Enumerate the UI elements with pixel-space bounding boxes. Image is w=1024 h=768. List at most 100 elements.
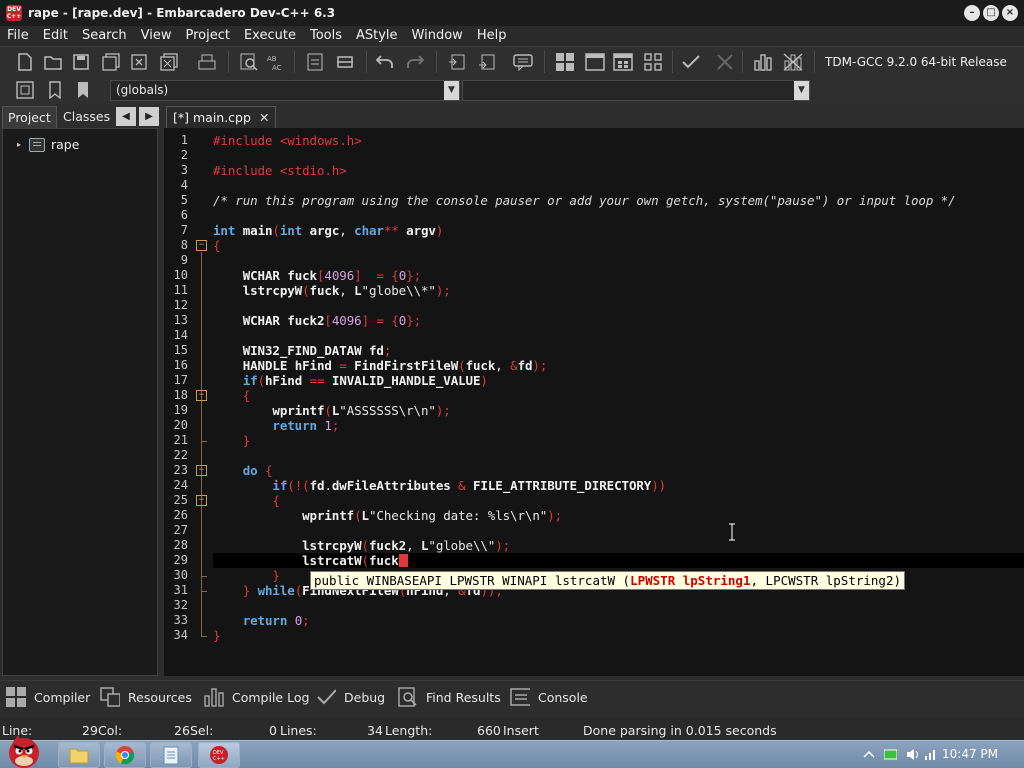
code-line[interactable]: WCHAR fuck2[4096] = {0}; — [213, 313, 421, 328]
code-line[interactable]: if(hFind == INVALID_HANDLE_VALUE) — [213, 373, 488, 388]
tab-main-cpp[interactable]: [*] main.cpp ✕ — [166, 106, 277, 128]
code-line[interactable]: } — [213, 628, 221, 643]
code-line[interactable]: wprintf(L"ASSSSSS\r\n"); — [213, 403, 450, 418]
find-icon[interactable] — [238, 51, 260, 73]
code-line[interactable]: { — [213, 238, 221, 253]
menu-edit[interactable]: Edit — [36, 26, 75, 46]
chevron-down-icon[interactable]: ▼ — [794, 81, 809, 100]
maximize-button[interactable]: □ — [983, 5, 999, 21]
menu-view[interactable]: View — [134, 26, 179, 46]
menu-tools[interactable]: Tools — [303, 26, 349, 46]
menu-window[interactable]: Window — [405, 26, 470, 46]
redo-icon[interactable] — [404, 51, 426, 73]
volume-icon[interactable] — [906, 748, 919, 761]
close-button[interactable]: × — [1002, 5, 1018, 21]
menu-astyle[interactable]: AStyle — [349, 26, 405, 46]
code-line[interactable]: HANDLE hFind = FindFirstFileW(fuck, &fd)… — [213, 358, 548, 373]
open-folder-icon[interactable] — [42, 51, 64, 73]
tab-compile-log[interactable]: Compile Log — [204, 686, 309, 708]
code-line[interactable]: int main(int argc, char** argv) — [213, 223, 443, 238]
compiler-selector[interactable]: TDM-GCC 9.2.0 64-bit Release — [825, 55, 1007, 69]
minimize-button[interactable]: – — [964, 5, 980, 21]
tab-debug[interactable]: Debug — [316, 686, 385, 708]
fold-toggle-icon[interactable]: − — [196, 390, 207, 401]
expand-arrow-icon[interactable]: ▸ — [17, 140, 29, 149]
goto-bookmark-icon[interactable] — [72, 79, 94, 101]
scroll-left-button[interactable]: ◀ — [116, 107, 136, 126]
bookmark-icon[interactable] — [44, 79, 66, 101]
code-line[interactable]: } — [213, 568, 280, 583]
menu-execute[interactable]: Execute — [237, 26, 303, 46]
fold-toggle-icon[interactable]: − — [196, 240, 207, 251]
code-line[interactable]: WIN32_FIND_DATAW fd; — [213, 343, 392, 358]
close-all-icon[interactable] — [158, 51, 180, 73]
code-line[interactable]: return 0; — [213, 613, 310, 628]
close-tab-icon[interactable]: ✕ — [259, 110, 269, 125]
code-line[interactable]: if(!(fd.dwFileAttributes & FILE_ATTRIBUT… — [213, 478, 666, 493]
menu-search[interactable]: Search — [75, 26, 134, 46]
code-line[interactable]: } — [213, 433, 251, 448]
compile-icon[interactable] — [554, 51, 576, 73]
code-line[interactable]: WCHAR fuck[4096] = {0}; — [213, 268, 421, 283]
line-number: 16 — [173, 358, 188, 372]
menu-help[interactable]: Help — [470, 26, 514, 46]
code-line[interactable]: do { — [213, 463, 273, 478]
code-line[interactable]: { — [213, 493, 280, 508]
open-project-icon[interactable] — [476, 51, 498, 73]
code-line[interactable]: lstrcpyW(fuck2, L"globe\\"); — [213, 538, 510, 553]
fold-toggle-icon[interactable]: − — [196, 465, 207, 476]
goto-line-icon[interactable] — [304, 51, 326, 73]
tab-find-results[interactable]: Find Results — [398, 686, 501, 708]
chevron-up-icon[interactable] — [862, 748, 875, 761]
project-node[interactable]: ▸ rape — [17, 137, 79, 152]
profile-icon[interactable] — [752, 51, 774, 73]
new-project-icon[interactable] — [446, 51, 468, 73]
line-number: 9 — [180, 253, 188, 267]
tab-resources[interactable]: Resources — [100, 686, 192, 708]
toggle-fold-icon[interactable] — [334, 51, 356, 73]
code-line[interactable]: { — [213, 388, 251, 403]
scroll-right-button[interactable]: ▶ — [139, 107, 159, 126]
new-file-icon[interactable] — [14, 51, 36, 73]
taskbar-notepad[interactable] — [150, 742, 192, 768]
tab-classes[interactable]: Classes — [58, 106, 115, 128]
delete-profile-icon[interactable] — [782, 51, 804, 73]
code-line[interactable]: /* run this program using the console pa… — [213, 193, 956, 208]
network-icon[interactable] — [924, 748, 937, 761]
run-icon[interactable] — [584, 51, 606, 73]
menu-project[interactable]: Project — [178, 26, 236, 46]
code-line[interactable]: #include <stdio.h> — [213, 163, 347, 178]
code-line[interactable]: #include <windows.h> — [213, 133, 362, 148]
battery-icon[interactable] — [884, 748, 897, 761]
code-line[interactable]: wprintf(L"Checking date: %ls\r\n"); — [213, 508, 562, 523]
function-combo[interactable]: ▼ — [462, 80, 810, 101]
chevron-down-icon[interactable]: ▼ — [444, 81, 459, 100]
close-file-icon[interactable] — [128, 51, 150, 73]
start-button[interactable] — [0, 729, 48, 768]
tab-project[interactable]: Project — [2, 106, 57, 128]
code-line[interactable]: lstrcatW(fuck — [213, 553, 399, 568]
code-line[interactable]: lstrcpyW(fuck, L"globe\\*"); — [213, 283, 451, 298]
taskbar-chrome[interactable] — [104, 742, 146, 768]
save-all-icon[interactable] — [100, 51, 122, 73]
rebuild-icon[interactable] — [642, 51, 664, 73]
menu-file[interactable]: File — [0, 26, 36, 46]
undo-icon[interactable] — [374, 51, 396, 73]
save-icon[interactable] — [70, 51, 92, 73]
check-syntax-icon[interactable] — [680, 51, 702, 73]
taskbar-clock[interactable]: 10:47 PM — [942, 747, 998, 761]
tab-console[interactable]: Console — [510, 686, 588, 708]
code-editor[interactable]: 1 2 3 4 5 6 7 8 9 10 11 12 13 14 15 16 17 18 19 20 21 22 23 24 2… — [164, 128, 1024, 676]
replace-icon[interactable]: AB AC — [266, 51, 288, 73]
comment-icon[interactable] — [512, 51, 534, 73]
compile-run-icon[interactable] — [612, 51, 634, 73]
add-to-project-icon[interactable] — [14, 79, 36, 101]
tab-compiler[interactable]: Compiler — [6, 686, 90, 708]
print-icon[interactable] — [196, 51, 218, 73]
taskbar-explorer[interactable] — [58, 742, 100, 768]
stop-execution-icon[interactable] — [714, 51, 736, 73]
fold-toggle-icon[interactable]: − — [196, 495, 207, 506]
taskbar-devcpp[interactable]: DEV C++ — [198, 742, 240, 768]
code-line[interactable]: return 1; — [213, 418, 339, 433]
scope-combo[interactable]: (globals) ▼ — [110, 80, 460, 101]
